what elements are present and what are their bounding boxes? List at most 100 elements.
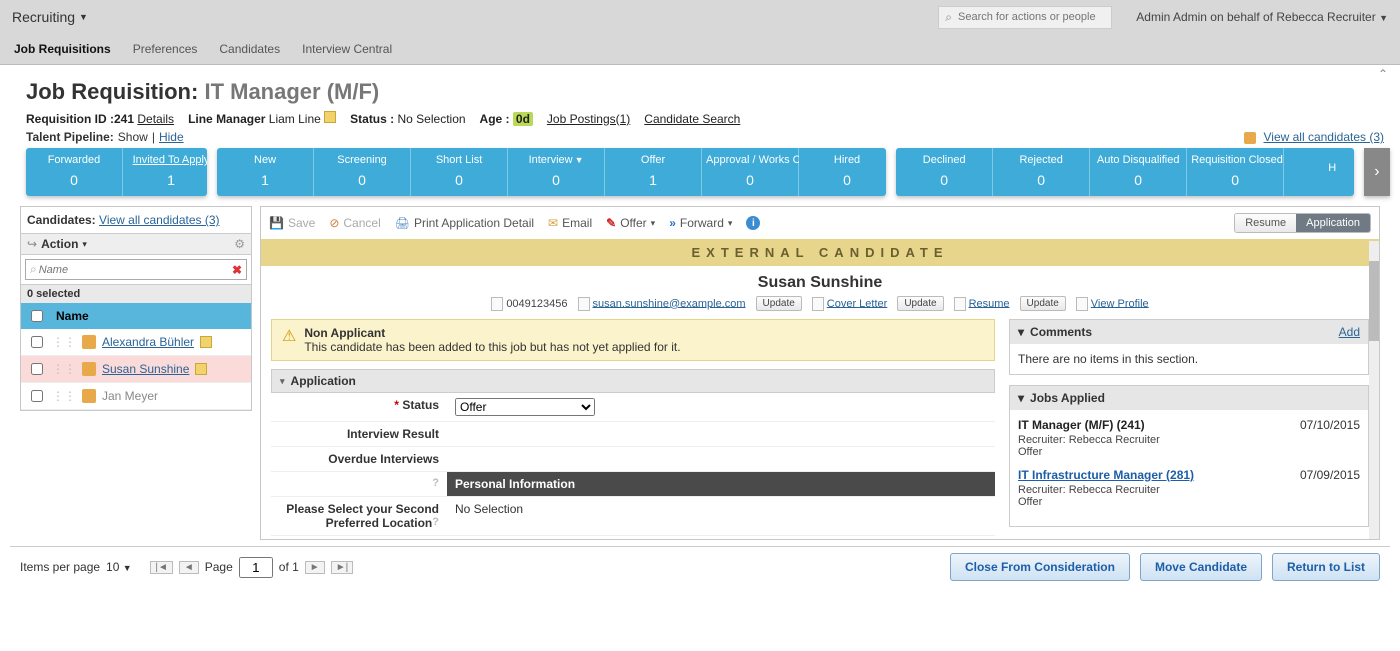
nav-preferences[interactable]: Preferences [133, 42, 198, 56]
age-badge: 0d [513, 112, 533, 126]
pipeline-stage[interactable]: Short List0 [411, 148, 508, 196]
list-item[interactable]: ⋮⋮ Susan Sunshine [21, 356, 251, 383]
pipeline-hide-link[interactable]: Hide [159, 130, 184, 144]
job-postings-link[interactable]: Job Postings(1) [547, 112, 630, 126]
job-link[interactable]: IT Infrastructure Manager (281) [1018, 468, 1194, 482]
application-tab[interactable]: Application [1296, 214, 1370, 232]
save-button[interactable]: 💾Save [269, 216, 315, 230]
module-dropdown[interactable]: Recruiting ▼ [12, 9, 88, 25]
row-checkbox[interactable] [31, 336, 43, 348]
email-icon: ✉ [548, 216, 558, 230]
candidate-link[interactable]: Alexandra Bühler [102, 335, 194, 349]
gear-icon[interactable]: ⚙ [234, 237, 245, 251]
row-checkbox[interactable] [31, 390, 43, 402]
update-cover-button[interactable]: Update [897, 296, 943, 311]
pipeline-stage[interactable]: Approval / Works Council0 [702, 148, 799, 196]
close-from-consideration-button[interactable]: Close From Consideration [950, 553, 1130, 581]
pipeline-stage[interactable]: Screening0 [314, 148, 411, 196]
cover-doc-icon [812, 297, 824, 311]
action-menu[interactable]: ↪ Action ▾ ⚙ [21, 233, 251, 255]
application-section[interactable]: ▾ Application [271, 369, 995, 393]
cover-letter-link[interactable]: Cover Letter [827, 297, 888, 309]
comments-section: ▾Comments Add There are no items in this… [1009, 319, 1369, 375]
candidate-filter[interactable]: ⌕ ✖ [25, 259, 247, 280]
info-icon[interactable]: i [746, 216, 760, 230]
user-menu[interactable]: Admin Admin on behalf of Rebecca Recruit… [1136, 10, 1388, 24]
pipeline-stage[interactable]: Rejected0 [993, 148, 1090, 196]
view-profile-link[interactable]: View Profile [1091, 297, 1149, 309]
warning-icon: ⚠ [282, 326, 296, 346]
pipeline-stage[interactable]: Invited To Apply1 [123, 148, 207, 196]
pipeline-stage[interactable]: Forwarded0 [26, 148, 123, 196]
items-per-page-select[interactable]: 10 ▼ [106, 560, 132, 574]
email-doc-icon [578, 297, 590, 311]
candidate-filter-input[interactable] [37, 263, 232, 277]
global-search[interactable]: ⌕ [938, 6, 1112, 29]
offer-dropdown[interactable]: ✎Offer▾ [606, 216, 655, 230]
nav-job-requisitions[interactable]: Job Requisitions [14, 42, 111, 56]
last-page-button[interactable]: ►| [331, 561, 354, 574]
nav-candidates[interactable]: Candidates [219, 42, 280, 56]
resume-tab[interactable]: Resume [1235, 214, 1296, 232]
help-icon[interactable]: ? [432, 516, 439, 528]
pipeline-stage[interactable]: Offer1 [605, 148, 702, 196]
search-input[interactable] [956, 10, 1105, 24]
update-resume-button[interactable]: Update [1020, 296, 1066, 311]
pipeline-stage[interactable]: Hired0 [799, 148, 886, 196]
view-all-candidates-sidebar[interactable]: View all candidates (3) [99, 213, 220, 227]
candidate-search-link[interactable]: Candidate Search [644, 112, 740, 126]
pipeline-stage[interactable]: Requisition Closed0 [1187, 148, 1284, 196]
org-badge-icon [195, 363, 207, 375]
avatar-icon [82, 335, 96, 349]
cancel-button[interactable]: ⊘Cancel [329, 216, 380, 230]
view-toggle: Resume Application [1234, 213, 1371, 233]
drag-icon: ⋮⋮ [52, 335, 76, 349]
resume-link[interactable]: Resume [969, 297, 1010, 309]
first-page-button[interactable]: |◄ [150, 561, 173, 574]
requisition-meta: Requisition ID :241 Details Line Manager… [26, 111, 1390, 126]
drag-icon: ⋮⋮ [52, 362, 76, 376]
row-checkbox[interactable] [31, 363, 43, 375]
pipeline-toggle: Talent Pipeline: Show | Hide [26, 130, 184, 144]
page-input[interactable] [239, 557, 273, 578]
next-page-button[interactable]: ► [305, 561, 325, 574]
pipeline-stage[interactable]: Interview▼0 [508, 148, 605, 196]
return-to-list-button[interactable]: Return to List [1272, 553, 1380, 581]
candidate-link[interactable]: Susan Sunshine [102, 362, 189, 376]
forward-dropdown[interactable]: »Forward▾ [669, 216, 732, 230]
talent-pipeline: Forwarded0Invited To Apply1 New1Screenin… [26, 148, 1390, 196]
org-badge-icon [200, 336, 212, 348]
pipeline-next-button[interactable]: › [1364, 148, 1390, 196]
clear-icon[interactable]: ✖ [232, 263, 242, 277]
candidate-email-link[interactable]: susan.sunshine@example.com [593, 297, 746, 309]
scrollbar[interactable] [1369, 241, 1379, 539]
help-icon[interactable]: ? [432, 477, 439, 489]
move-candidate-button[interactable]: Move Candidate [1140, 553, 1262, 581]
collapse-icon[interactable]: ⌃ [1378, 67, 1388, 81]
chevron-down-icon: ▾ [1018, 391, 1024, 405]
caret-down-icon: ▼ [79, 12, 88, 22]
add-comment-link[interactable]: Add [1339, 325, 1360, 339]
view-all-candidates-link[interactable]: View all candidates (3) [1263, 130, 1384, 144]
select-all-checkbox[interactable] [31, 310, 43, 322]
list-header: Name [21, 303, 251, 329]
prev-page-button[interactable]: ◄ [179, 561, 199, 574]
resume-doc-icon [954, 297, 966, 311]
module-label: Recruiting [12, 9, 75, 25]
print-button[interactable]: 🖨Print Application Detail [395, 216, 534, 230]
pipeline-stage[interactable]: H [1284, 148, 1354, 196]
candidate-contact: 0049123456 susan.sunshine@example.com Up… [261, 296, 1379, 319]
pipeline-stage[interactable]: Auto Disqualified0 [1090, 148, 1187, 196]
update-email-button[interactable]: Update [756, 296, 802, 311]
selected-count: 0 selected [21, 284, 251, 303]
chevron-down-icon: ▾ [1018, 325, 1024, 339]
list-item[interactable]: ⋮⋮Jan Meyer [21, 383, 251, 410]
list-item[interactable]: ⋮⋮ Alexandra Bühler [21, 329, 251, 356]
details-link[interactable]: Details [137, 112, 174, 126]
status-select[interactable]: Offer [455, 398, 595, 416]
email-button[interactable]: ✉Email [548, 216, 592, 230]
pipeline-stage[interactable]: Declined0 [896, 148, 993, 196]
nav-interview-central[interactable]: Interview Central [302, 42, 392, 56]
pipeline-stage[interactable]: New1 [217, 148, 314, 196]
person-icon [1244, 132, 1256, 144]
